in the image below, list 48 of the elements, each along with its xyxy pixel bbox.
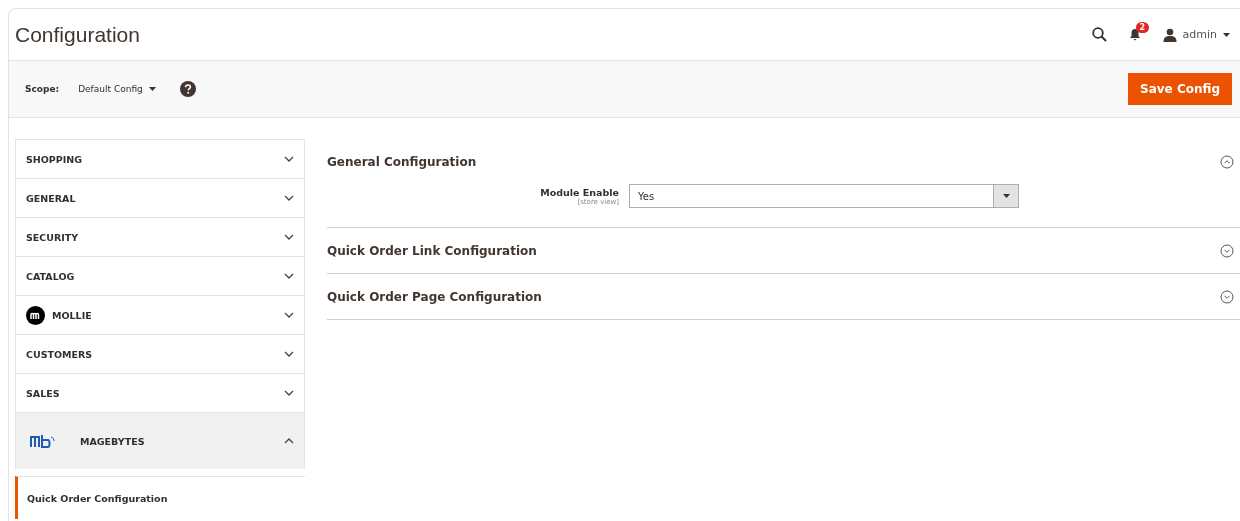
logo-icon (30, 434, 56, 448)
sidebar-item-label: GENERAL (26, 192, 77, 204)
expand-icon[interactable] (1220, 243, 1234, 258)
chevron-down-icon (284, 195, 294, 201)
collapse-icon[interactable] (1220, 154, 1234, 169)
sidebar-item-label: CUSTOMERS (26, 348, 94, 360)
section-title[interactable]: Quick Order Link Configuration (327, 243, 1220, 258)
chevron-down-icon (284, 390, 294, 396)
field-label: Module Enable (540, 186, 619, 198)
chevron-down-icon (284, 234, 294, 240)
sidebar-item-label: SHOPPING (26, 153, 84, 165)
chevron-down-icon (284, 312, 294, 318)
sidebar-item[interactable]: MOLLIE (15, 295, 305, 334)
save-config-button[interactable]: Save Config (1128, 73, 1232, 105)
sidebar-item-label: SECURITY (26, 231, 80, 243)
user-icon (1162, 27, 1177, 42)
sidebar-item-label: MAGEBYTES (80, 435, 146, 447)
sidebar-item[interactable]: SECURITY (15, 217, 305, 256)
section-title[interactable]: Quick Order Page Configuration (327, 289, 1220, 304)
expand-icon[interactable] (1220, 289, 1234, 304)
caret-icon (1223, 32, 1230, 37)
chevron-down-icon (284, 351, 294, 357)
chevron-down-icon (284, 156, 294, 162)
sidebar-item[interactable]: GENERAL (15, 178, 305, 217)
chevron-up-icon (284, 438, 294, 444)
select-field[interactable]: Yes (629, 184, 1019, 208)
user-menu[interactable]: admin (1162, 27, 1230, 42)
sidebar-item-label: SALES (26, 387, 61, 399)
sidebar-item[interactable]: SHOPPING (15, 139, 305, 178)
search-icon[interactable] (1091, 27, 1107, 42)
caret-icon (148, 87, 156, 91)
logo-icon (26, 305, 45, 325)
scope-label: Scope: (25, 84, 60, 94)
bell-icon[interactable] (1128, 28, 1141, 41)
sidebar-subitem[interactable]: Quick Order Configuration (15, 476, 305, 519)
sidebar-item[interactable]: CUSTOMERS (15, 334, 305, 373)
sidebar-item[interactable]: SALES (15, 373, 305, 412)
caret-icon (1002, 194, 1010, 198)
sidebar-item[interactable]: MAGEBYTES (15, 412, 305, 469)
page-title: Configuration (15, 22, 141, 47)
section-title[interactable]: General Configuration (327, 154, 1220, 169)
notification-badge: 2 (1135, 22, 1150, 33)
sidebar-item-label: CATALOG (26, 270, 76, 282)
sidebar-item-label: MOLLIE (52, 309, 93, 321)
scope-dropdown[interactable]: Default Config (78, 84, 156, 94)
sidebar-item[interactable]: CATALOG (15, 256, 305, 295)
chevron-down-icon (284, 273, 294, 279)
help-icon[interactable] (179, 81, 196, 97)
